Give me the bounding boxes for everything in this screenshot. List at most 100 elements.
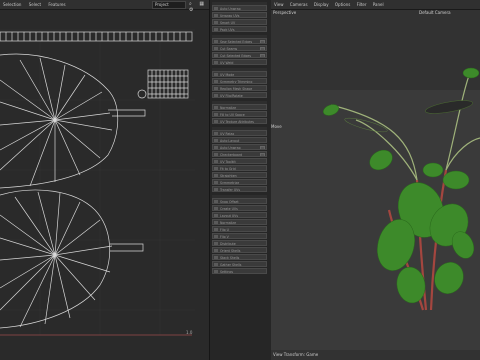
tool-item-label: Flip U bbox=[220, 228, 229, 232]
tool-item-label: Normalize bbox=[220, 221, 237, 225]
tool-item[interactable]: Cut Seams bbox=[212, 45, 267, 51]
tool-item[interactable]: UV Flip/Rotate bbox=[212, 92, 267, 98]
tool-item[interactable]: Snap Offset bbox=[212, 198, 267, 204]
uv-editor-menubar: Selection Select Features Project ⌕ ▦ ⚙ bbox=[0, 0, 209, 13]
tool-item[interactable]: Gather Shells bbox=[212, 261, 267, 267]
project-select[interactable]: Project bbox=[152, 1, 186, 9]
tool-icon bbox=[214, 207, 218, 210]
tool-checkbox[interactable] bbox=[260, 47, 265, 50]
tool-icon bbox=[214, 174, 218, 177]
tool-item-label: Orient Shells bbox=[220, 249, 241, 253]
tool-checkbox[interactable] bbox=[260, 54, 265, 57]
tool-icon bbox=[214, 106, 218, 109]
tool-item[interactable]: Distribute bbox=[212, 240, 267, 246]
uv-leaf-shell-upper bbox=[0, 53, 146, 189]
tool-item[interactable]: Pack UVs bbox=[212, 26, 267, 32]
tool-icon bbox=[214, 188, 218, 191]
tool-item-label: UV Relax bbox=[220, 132, 235, 136]
menu-display[interactable]: Display bbox=[314, 2, 329, 7]
tool-icon bbox=[214, 263, 218, 266]
tool-icon bbox=[214, 181, 218, 184]
uv-canvas[interactable] bbox=[0, 10, 209, 360]
tool-item-label: UV Weld bbox=[220, 61, 234, 65]
tool-item[interactable]: Auto Unwrap bbox=[212, 144, 267, 150]
tool-item[interactable]: UV Texture Attributes bbox=[212, 118, 267, 124]
tool-item-label: Layout UVs bbox=[220, 214, 239, 218]
tool-item[interactable]: Smart UV bbox=[212, 19, 267, 25]
viewport-camera-label[interactable]: Default Camera bbox=[419, 10, 451, 15]
tool-item[interactable]: Normalize bbox=[212, 219, 267, 225]
tool-item-label: Stack Shells bbox=[220, 256, 240, 260]
tool-icon bbox=[214, 242, 218, 245]
tool-item-label: Fit to Grid bbox=[220, 167, 236, 171]
tool-icon bbox=[214, 214, 218, 217]
tool-icon bbox=[214, 28, 218, 31]
tool-item-label: Create UVs bbox=[220, 207, 238, 211]
tool-item-label: Cut Selected Edges bbox=[220, 54, 252, 58]
tool-item[interactable]: Auto Layout bbox=[212, 137, 267, 143]
tool-item[interactable]: Settings bbox=[212, 268, 267, 274]
grid-icon[interactable]: ▦ bbox=[199, 1, 204, 7]
menu-view[interactable]: View bbox=[274, 2, 284, 7]
tool-icon bbox=[214, 270, 218, 273]
tool-item[interactable]: UV Weld bbox=[212, 59, 267, 65]
tool-item[interactable]: Checkerboard bbox=[212, 151, 267, 157]
tool-icon bbox=[214, 139, 218, 142]
tool-item[interactable]: UV Mode bbox=[212, 71, 267, 77]
tool-item-label: Normalize bbox=[220, 106, 237, 110]
menu-filter[interactable]: Filter bbox=[357, 2, 367, 7]
tool-item[interactable]: Create UVs bbox=[212, 205, 267, 211]
tool-item-label: Auto Unwrap bbox=[220, 146, 241, 150]
tool-item[interactable]: Sew Selected Edges bbox=[212, 38, 267, 44]
tool-item-label: Cut Seams bbox=[220, 47, 238, 51]
menu-panel[interactable]: Panel bbox=[373, 2, 384, 7]
tool-item[interactable]: Symmetry Trimming bbox=[212, 78, 267, 84]
menu-selection[interactable]: Selection bbox=[3, 2, 21, 7]
menu-select[interactable]: Select bbox=[29, 2, 41, 7]
tool-item[interactable]: Layout UVs bbox=[212, 212, 267, 218]
tool-checkbox[interactable] bbox=[260, 146, 265, 149]
tool-item[interactable]: UV Toolkit bbox=[212, 158, 267, 164]
viewport-panel[interactable]: View Cameras Display Options Filter Pane… bbox=[271, 0, 480, 360]
tool-icon bbox=[214, 160, 218, 163]
tool-item[interactable]: Stack Shells bbox=[212, 254, 267, 260]
tool-checkbox[interactable] bbox=[260, 40, 265, 43]
tool-item[interactable]: UV Relax bbox=[212, 130, 267, 136]
tool-icon bbox=[214, 153, 218, 156]
uv-patch-shell bbox=[137, 69, 189, 99]
tool-item[interactable]: Auto Unwrap bbox=[212, 5, 267, 11]
viewport-scene[interactable] bbox=[271, 10, 480, 350]
tool-item[interactable]: Unwrap UVs bbox=[212, 12, 267, 18]
tool-item-label: Smart UV bbox=[220, 21, 236, 25]
menu-features[interactable]: Features bbox=[48, 2, 65, 7]
tool-item-label: Sew Selected Edges bbox=[220, 40, 253, 44]
tool-item[interactable]: Cut Selected Edges bbox=[212, 52, 267, 58]
tool-item-label: Auto Layout bbox=[220, 139, 240, 143]
menu-options[interactable]: Options bbox=[335, 2, 350, 7]
tool-icon bbox=[214, 73, 218, 76]
tool-item-label: Distribute bbox=[220, 242, 236, 246]
uv-leaf-shell-lower bbox=[0, 189, 144, 329]
tool-icon bbox=[214, 146, 218, 149]
tool-item[interactable]: Fit to Grid bbox=[212, 165, 267, 171]
tool-item[interactable]: Symmetrize bbox=[212, 179, 267, 185]
tool-item-label: Snap Offset bbox=[220, 200, 239, 204]
tool-item[interactable]: Flip U bbox=[212, 226, 267, 232]
tool-icon bbox=[214, 54, 218, 57]
tool-item[interactable]: Straighten bbox=[212, 172, 267, 178]
tool-icon bbox=[214, 200, 218, 203]
tool-icon bbox=[214, 14, 218, 17]
tool-item-label: UV Flip/Rotate bbox=[220, 94, 243, 98]
tool-item[interactable]: Realign Mesh Shape bbox=[212, 85, 267, 91]
tool-icon bbox=[214, 21, 218, 24]
tool-item[interactable]: Orient Shells bbox=[212, 247, 267, 253]
viewport-projection-label: Perspective bbox=[273, 10, 297, 15]
menu-cameras[interactable]: Cameras bbox=[290, 2, 308, 7]
tool-item-label: Symmetrize bbox=[220, 181, 240, 185]
tool-item[interactable]: Transfer UVs bbox=[212, 186, 267, 192]
tool-item[interactable]: Fill to UV Space bbox=[212, 111, 267, 117]
tool-checkbox[interactable] bbox=[260, 153, 265, 156]
tool-icon bbox=[214, 249, 218, 252]
tool-item[interactable]: Flip V bbox=[212, 233, 267, 239]
tool-item[interactable]: Normalize bbox=[212, 104, 267, 110]
